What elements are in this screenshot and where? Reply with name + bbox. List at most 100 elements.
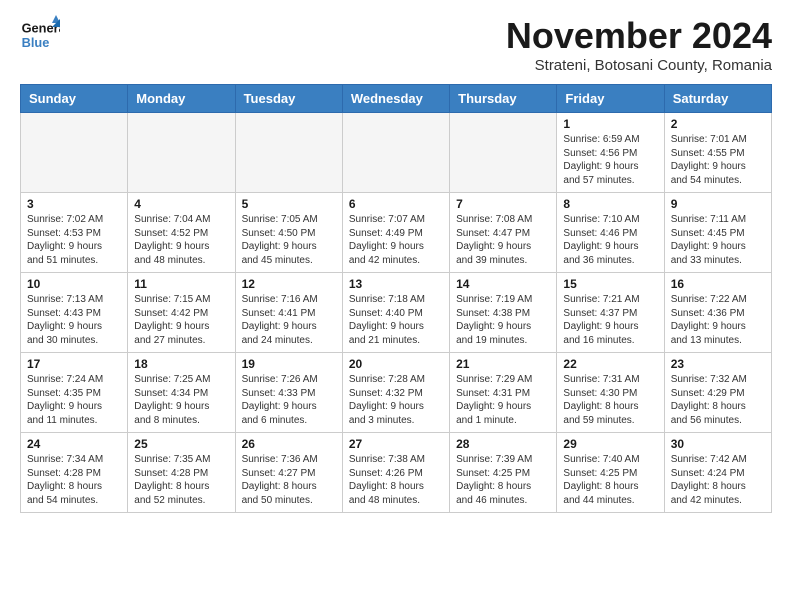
day-number: 28 [456, 437, 550, 451]
day-number: 11 [134, 277, 228, 291]
day-info: Sunrise: 7:36 AMSunset: 4:27 PMDaylight:… [242, 453, 336, 507]
calendar-cell: 19 Sunrise: 7:26 AMSunset: 4:33 PMDayligh… [235, 353, 342, 433]
calendar-cell: 1Sunrise: 6:59 AMSunset: 4:56 PMDaylight… [557, 113, 664, 193]
calendar-cell: 10 Sunrise: 7:13 AMSunset: 4:43 PMDayligh… [21, 273, 128, 353]
day-info: Sunrise: 7:35 AMSunset: 4:28 PMDaylight:… [134, 453, 228, 507]
header-tuesday: Tuesday [235, 85, 342, 113]
header-monday: Monday [128, 85, 235, 113]
day-number: 17 [27, 357, 121, 371]
day-info: Sunrise: 7:38 AMSunset: 4:26 PMDaylight:… [349, 453, 443, 507]
calendar-cell: 5 Sunrise: 7:05 AMSunset: 4:50 PMDaylight… [235, 193, 342, 273]
calendar-cell: 21 Sunrise: 7:29 AMSunset: 4:31 PMDayligh… [450, 353, 557, 433]
calendar-cell: 17 Sunrise: 7:24 AMSunset: 4:35 PMDayligh… [21, 353, 128, 433]
week-row-4: 24 Sunrise: 7:34 AMSunset: 4:28 PMDayligh… [21, 433, 772, 513]
logo: General Blue [20, 15, 64, 55]
day-info: Sunrise: 7:31 AMSunset: 4:30 PMDaylight:… [563, 373, 657, 427]
day-info: Sunrise: 7:13 AMSunset: 4:43 PMDaylight:… [27, 293, 121, 347]
week-row-3: 17 Sunrise: 7:24 AMSunset: 4:35 PMDayligh… [21, 353, 772, 433]
day-info: Sunrise: 7:21 AMSunset: 4:37 PMDaylight:… [563, 293, 657, 347]
day-number: 26 [242, 437, 336, 451]
day-info: Sunrise: 7:15 AMSunset: 4:42 PMDaylight:… [134, 293, 228, 347]
day-info: Sunrise: 7:16 AMSunset: 4:41 PMDaylight:… [242, 293, 336, 347]
calendar-cell: 3 Sunrise: 7:02 AMSunset: 4:53 PMDaylight… [21, 193, 128, 273]
day-info: Sunrise: 7:02 AMSunset: 4:53 PMDaylight:… [27, 213, 121, 267]
day-number: 10 [27, 277, 121, 291]
weekday-header-row: Sunday Monday Tuesday Wednesday Thursday… [21, 85, 772, 113]
calendar-cell: 25 Sunrise: 7:35 AMSunset: 4:28 PMDayligh… [128, 433, 235, 513]
day-info: Sunrise: 7:28 AMSunset: 4:32 PMDaylight:… [349, 373, 443, 427]
calendar-cell: 8 Sunrise: 7:10 AMSunset: 4:46 PMDaylight… [557, 193, 664, 273]
header-sunday: Sunday [21, 85, 128, 113]
calendar-cell: 15 Sunrise: 7:21 AMSunset: 4:37 PMDayligh… [557, 273, 664, 353]
day-number: 3 [27, 197, 121, 211]
calendar-cell: 20Sunrise: 7:28 AMSunset: 4:32 PMDayligh… [342, 353, 449, 433]
day-number: 22 [563, 357, 657, 371]
svg-text:Blue: Blue [22, 35, 50, 50]
header: General Blue November 2024 Strateni, Bot… [20, 15, 772, 74]
calendar-cell: 2 Sunrise: 7:01 AMSunset: 4:55 PMDaylight… [664, 113, 771, 193]
day-number: 19 [242, 357, 336, 371]
calendar-cell: 14 Sunrise: 7:19 AMSunset: 4:38 PMDayligh… [450, 273, 557, 353]
location: Strateni, Botosani County, Romania [506, 57, 772, 74]
day-number: 5 [242, 197, 336, 211]
day-info: Sunrise: 7:25 AMSunset: 4:34 PMDaylight:… [134, 373, 228, 427]
day-number: 9 [671, 197, 765, 211]
day-number: 29 [563, 437, 657, 451]
week-row-1: 3 Sunrise: 7:02 AMSunset: 4:53 PMDaylight… [21, 193, 772, 273]
calendar-cell [128, 113, 235, 193]
calendar-cell [235, 113, 342, 193]
calendar-cell: 22 Sunrise: 7:31 AMSunset: 4:30 PMDayligh… [557, 353, 664, 433]
calendar-cell: 28Sunrise: 7:39 AMSunset: 4:25 PMDayligh… [450, 433, 557, 513]
day-number: 8 [563, 197, 657, 211]
day-number: 14 [456, 277, 550, 291]
calendar-cell: 4 Sunrise: 7:04 AMSunset: 4:52 PMDaylight… [128, 193, 235, 273]
calendar-cell: 26 Sunrise: 7:36 AMSunset: 4:27 PMDayligh… [235, 433, 342, 513]
day-info: Sunrise: 7:18 AMSunset: 4:40 PMDaylight:… [349, 293, 443, 347]
calendar-cell: 6 Sunrise: 7:07 AMSunset: 4:49 PMDaylight… [342, 193, 449, 273]
day-info: Sunrise: 7:40 AMSunset: 4:25 PMDaylight:… [563, 453, 657, 507]
day-info: Sunrise: 7:22 AMSunset: 4:36 PMDaylight:… [671, 293, 765, 347]
day-info: Sunrise: 7:11 AMSunset: 4:45 PMDaylight:… [671, 213, 765, 267]
header-wednesday: Wednesday [342, 85, 449, 113]
day-info: Sunrise: 7:32 AMSunset: 4:29 PMDaylight:… [671, 373, 765, 427]
day-number: 21 [456, 357, 550, 371]
calendar-cell [342, 113, 449, 193]
day-info: Sunrise: 7:29 AMSunset: 4:31 PMDaylight:… [456, 373, 550, 427]
title-section: November 2024 Strateni, Botosani County,… [506, 15, 772, 74]
header-thursday: Thursday [450, 85, 557, 113]
day-info: Sunrise: 7:24 AMSunset: 4:35 PMDaylight:… [27, 373, 121, 427]
calendar-cell: 16 Sunrise: 7:22 AMSunset: 4:36 PMDayligh… [664, 273, 771, 353]
week-row-2: 10 Sunrise: 7:13 AMSunset: 4:43 PMDayligh… [21, 273, 772, 353]
day-number: 25 [134, 437, 228, 451]
day-number: 18 [134, 357, 228, 371]
day-number: 16 [671, 277, 765, 291]
week-row-0: 1Sunrise: 6:59 AMSunset: 4:56 PMDaylight… [21, 113, 772, 193]
day-info: Sunrise: 7:04 AMSunset: 4:52 PMDaylight:… [134, 213, 228, 267]
calendar-cell [21, 113, 128, 193]
day-info: Sunrise: 7:08 AMSunset: 4:47 PMDaylight:… [456, 213, 550, 267]
day-info: Sunrise: 7:07 AMSunset: 4:49 PMDaylight:… [349, 213, 443, 267]
day-number: 4 [134, 197, 228, 211]
calendar-cell: 7 Sunrise: 7:08 AMSunset: 4:47 PMDaylight… [450, 193, 557, 273]
header-friday: Friday [557, 85, 664, 113]
calendar-page: General Blue November 2024 Strateni, Bot… [0, 0, 792, 612]
day-info: Sunrise: 6:59 AMSunset: 4:56 PMDaylight:… [563, 133, 657, 187]
calendar-cell: 30Sunrise: 7:42 AMSunset: 4:24 PMDayligh… [664, 433, 771, 513]
header-saturday: Saturday [664, 85, 771, 113]
calendar-cell: 29 Sunrise: 7:40 AMSunset: 4:25 PMDayligh… [557, 433, 664, 513]
day-info: Sunrise: 7:26 AMSunset: 4:33 PMDaylight:… [242, 373, 336, 427]
calendar-cell: 18 Sunrise: 7:25 AMSunset: 4:34 PMDayligh… [128, 353, 235, 433]
day-number: 24 [27, 437, 121, 451]
day-number: 30 [671, 437, 765, 451]
day-number: 27 [349, 437, 443, 451]
day-info: Sunrise: 7:10 AMSunset: 4:46 PMDaylight:… [563, 213, 657, 267]
day-info: Sunrise: 7:34 AMSunset: 4:28 PMDaylight:… [27, 453, 121, 507]
day-number: 7 [456, 197, 550, 211]
day-info: Sunrise: 7:19 AMSunset: 4:38 PMDaylight:… [456, 293, 550, 347]
day-info: Sunrise: 7:05 AMSunset: 4:50 PMDaylight:… [242, 213, 336, 267]
calendar-cell: 12Sunrise: 7:16 AMSunset: 4:41 PMDayligh… [235, 273, 342, 353]
day-number: 2 [671, 117, 765, 131]
day-number: 15 [563, 277, 657, 291]
day-info: Sunrise: 7:01 AMSunset: 4:55 PMDaylight:… [671, 133, 765, 187]
day-number: 6 [349, 197, 443, 211]
